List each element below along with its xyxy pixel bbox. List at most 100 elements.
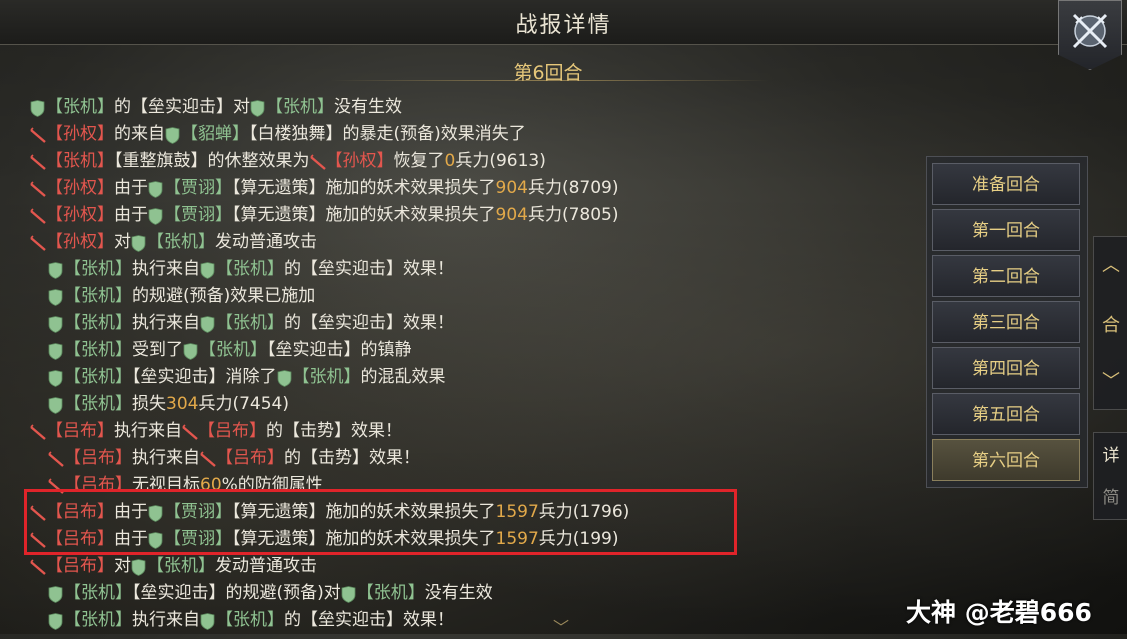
ally-name: 【张机】 bbox=[199, 340, 267, 360]
shield-icon bbox=[30, 99, 45, 117]
log-text: 兵力(8709) bbox=[527, 178, 619, 198]
simple-tab[interactable]: 简 bbox=[1094, 483, 1127, 508]
round-button[interactable]: 第一回合 bbox=[932, 209, 1080, 251]
sword-icon bbox=[30, 531, 46, 548]
round-button[interactable]: 第三回合 bbox=[932, 301, 1080, 343]
number-value: 1597 bbox=[495, 502, 539, 522]
ally-name: 【张机】 bbox=[216, 313, 284, 333]
sword-icon bbox=[30, 126, 46, 143]
shield-icon bbox=[48, 261, 63, 279]
log-text: 对 bbox=[114, 556, 131, 576]
log-text: %的防御属性 bbox=[221, 475, 323, 495]
log-text: 的规避(预备)效果已施加 bbox=[132, 286, 316, 306]
log-text: 兵力(199) bbox=[538, 529, 619, 549]
watermark: 大神 @老碧666 bbox=[906, 598, 1092, 627]
number-value: 1597 bbox=[495, 529, 539, 549]
log-line: 【孙权】对 【张机】发动普通攻击 bbox=[30, 229, 317, 256]
ally-name: 【张机】 bbox=[64, 313, 132, 333]
log-text: 没有生效 bbox=[424, 583, 493, 603]
log-line: 【张机】执行来自 【张机】的【垒实迎击】效果！ bbox=[48, 256, 454, 283]
shield-icon bbox=[131, 234, 146, 252]
shield-icon bbox=[48, 612, 63, 630]
ally-name: 【张机】 bbox=[64, 367, 132, 387]
log-line: 【张机】的【垒实迎击】对 【张机】没有生效 bbox=[30, 94, 402, 121]
sword-icon bbox=[30, 207, 46, 224]
enemy-name: 【吕布】 bbox=[216, 448, 284, 468]
round-button[interactable]: 准备回合 bbox=[932, 163, 1080, 205]
log-text: 执行来自 bbox=[132, 610, 200, 630]
shield-icon bbox=[48, 288, 63, 306]
log-text: 【算无遗策】施加的妖术效果损失了 bbox=[232, 205, 496, 225]
log-text: 【算无遗策】施加的妖术效果损失了 bbox=[232, 178, 496, 198]
log-text: 执行来自 bbox=[132, 448, 200, 468]
round-button[interactable]: 第二回合 bbox=[932, 255, 1080, 297]
ally-name: 【貂蝉】 bbox=[181, 124, 249, 144]
ally-name: 【张机】 bbox=[64, 394, 132, 414]
number-value: 904 bbox=[495, 178, 528, 198]
log-text: 受到了 bbox=[132, 340, 183, 360]
shield-icon bbox=[148, 531, 163, 549]
shield-icon bbox=[183, 342, 198, 360]
log-line: 【张机】【垒实迎击】消除了 【张机】的混乱效果 bbox=[48, 364, 446, 391]
log-text: 兵力(7805) bbox=[527, 205, 619, 225]
log-text: 恢复了 bbox=[393, 151, 445, 171]
log-text: 执行来自 bbox=[114, 421, 182, 441]
ally-name: 【张机】 bbox=[356, 583, 425, 603]
log-text: 【垒实迎击】的镇静 bbox=[267, 340, 412, 360]
detail-tab[interactable]: 详 bbox=[1094, 441, 1127, 466]
scroll-up-button[interactable]: ︿ bbox=[1094, 251, 1127, 277]
log-text: 的来自 bbox=[114, 124, 165, 144]
enemy-name: 【吕布】 bbox=[46, 556, 114, 576]
shield-icon bbox=[48, 396, 63, 414]
log-text: 【重整旗鼓】的休整效果为 bbox=[114, 151, 310, 171]
ally-name: 【张机】 bbox=[216, 610, 284, 630]
scroll-down-button[interactable]: ﹀ bbox=[1094, 367, 1127, 393]
log-line: 【张机】执行来自 【张机】的【垒实迎击】效果！ bbox=[48, 310, 454, 337]
shield-icon bbox=[131, 558, 146, 576]
shield-icon bbox=[341, 585, 356, 603]
log-text: 损失 bbox=[132, 394, 166, 414]
round-button[interactable]: 第四回合 bbox=[932, 347, 1080, 389]
ally-name: 【张机】 bbox=[147, 232, 215, 252]
view-mode-tabs: 详 简 bbox=[1093, 432, 1127, 520]
enemy-name: 【吕布】 bbox=[46, 529, 114, 549]
shield-icon bbox=[148, 207, 163, 225]
number-value: 0 bbox=[444, 151, 456, 171]
enemy-name: 【张机】 bbox=[46, 151, 114, 171]
shield-icon bbox=[48, 315, 63, 333]
log-text: 的【击势】效果！ bbox=[266, 421, 402, 441]
log-line: 【张机】的规避(预备)效果已施加 bbox=[48, 283, 315, 310]
merge-button[interactable]: 合 bbox=[1094, 311, 1127, 337]
enemy-name: 【孙权】 bbox=[46, 178, 114, 198]
enemy-name: 【吕布】 bbox=[46, 502, 114, 522]
sword-icon bbox=[30, 423, 46, 440]
log-line: 【吕布】无视目标60%的防御属性 bbox=[48, 472, 323, 499]
shield-icon bbox=[200, 261, 215, 279]
shield-icon bbox=[250, 99, 265, 117]
ally-name: 【张机】 bbox=[64, 259, 132, 279]
log-line: 【孙权】由于 【贾诩】【算无遗策】施加的妖术效果损失了904兵力(8709) bbox=[30, 175, 618, 202]
log-line: 【吕布】执行来自 【吕布】的【击势】效果！ bbox=[48, 445, 420, 472]
log-text: 由于 bbox=[114, 502, 148, 522]
log-text: 的【垒实迎击】对 bbox=[114, 97, 250, 117]
title-bar: 战报详情 bbox=[0, 0, 1127, 45]
round-button[interactable]: 第五回合 bbox=[932, 393, 1080, 435]
enemy-name: 【孙权】 bbox=[46, 232, 114, 252]
log-text: 的【垒实迎击】效果！ bbox=[284, 610, 454, 630]
sword-icon bbox=[30, 504, 46, 521]
log-text: 兵力(1796) bbox=[538, 502, 630, 522]
log-text: 的【击势】效果！ bbox=[284, 448, 420, 468]
sword-icon bbox=[48, 477, 64, 494]
log-line: 【吕布】由于 【贾诩】【算无遗策】施加的妖术效果损失了1597兵力(1796) bbox=[30, 499, 629, 526]
round-button[interactable]: 第六回合 bbox=[932, 439, 1080, 481]
log-text: 【算无遗策】施加的妖术效果损失了 bbox=[232, 529, 496, 549]
ally-name: 【张机】 bbox=[216, 259, 284, 279]
log-text: 的混乱效果 bbox=[360, 367, 446, 387]
ally-name: 【张机】 bbox=[292, 367, 361, 387]
ally-name: 【张机】 bbox=[64, 286, 132, 306]
shield-icon bbox=[200, 612, 215, 630]
log-text: 发动普通攻击 bbox=[215, 232, 317, 252]
ally-name: 【贾诩】 bbox=[164, 529, 232, 549]
log-line: 【吕布】对 【张机】发动普通攻击 bbox=[30, 553, 317, 580]
ally-name: 【张机】 bbox=[64, 583, 132, 603]
